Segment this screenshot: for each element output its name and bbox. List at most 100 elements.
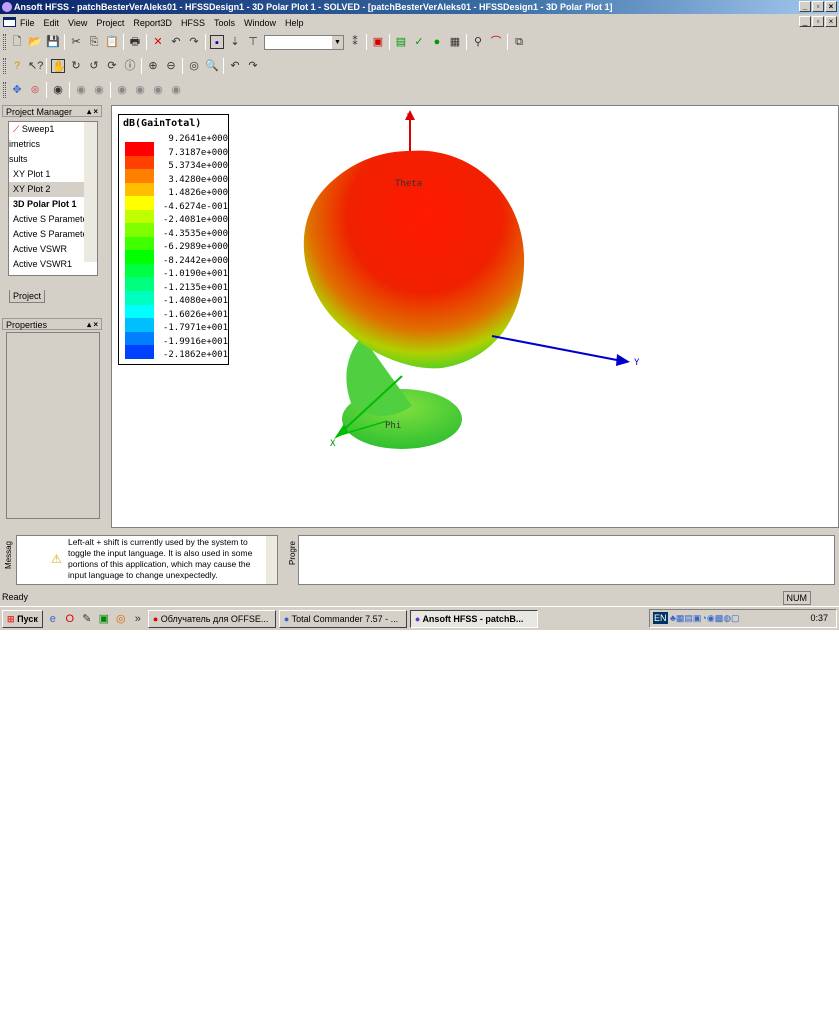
opera-icon[interactable]: O xyxy=(63,612,77,626)
view-1-icon[interactable]: ◉ xyxy=(115,83,129,97)
close-button[interactable]: × xyxy=(825,1,837,12)
theta-label: Theta xyxy=(395,179,422,189)
legend-value: -1.9916e+001 xyxy=(162,336,228,347)
save-icon[interactable]: 💾 xyxy=(46,35,60,49)
task-button[interactable]: ● Total Commander 7.57 - ... xyxy=(278,609,407,628)
zoom-in-icon[interactable]: ⊕ xyxy=(146,59,160,73)
chevron-down-icon[interactable]: ▼ xyxy=(332,35,343,49)
select-icon[interactable]: ▪ xyxy=(210,35,224,49)
model-icon[interactable]: ⁑ xyxy=(348,35,362,49)
vertical-scrollbar[interactable] xyxy=(84,122,97,262)
start-button[interactable]: ⊞ Пуск xyxy=(2,609,43,628)
show-icon[interactable]: ◉ xyxy=(51,83,65,97)
new-icon[interactable]: 🗋 xyxy=(10,35,24,49)
redo-icon[interactable]: ↷ xyxy=(187,35,201,49)
tray-icons[interactable]: ♣▦▤▣◔◉▩◍▢ xyxy=(670,610,740,627)
analyze-icon[interactable]: ✓ xyxy=(412,35,426,49)
paste-icon[interactable]: 📋 xyxy=(105,35,119,49)
color-legend[interactable]: dB(GainTotal) 9.2641e+000 7.3187e+000 5.37… xyxy=(118,114,229,365)
toolbar-grip[interactable] xyxy=(3,82,6,98)
chrome-icon[interactable]: ◎ xyxy=(114,612,128,626)
menu-view[interactable]: View xyxy=(68,18,87,28)
rotate-icon[interactable]: ↻ xyxy=(69,59,83,73)
fit-selection-icon[interactable]: 🔍 xyxy=(205,59,219,73)
message-text: Left-alt + shift is currently used by th… xyxy=(68,537,253,580)
menu-tools[interactable]: Tools xyxy=(214,18,235,28)
report-icon[interactable]: ⌒ xyxy=(489,35,503,49)
toolbar-grip[interactable] xyxy=(3,34,6,50)
warning-icon: ⚠ xyxy=(51,552,62,566)
mesh-icon[interactable]: ⊛ xyxy=(28,83,42,97)
menu-window[interactable]: Window xyxy=(244,18,276,28)
close-icon[interactable]: ▴ × xyxy=(87,106,98,118)
insert-icon[interactable]: ⇣ xyxy=(228,35,242,49)
toolbar-grip[interactable] xyxy=(3,58,6,74)
boundary-icon[interactable]: ▤ xyxy=(394,35,408,49)
hide-icon[interactable]: ◉ xyxy=(74,83,88,97)
rotate-center-icon[interactable]: ↺ xyxy=(87,59,101,73)
menu-file[interactable]: File xyxy=(20,18,35,28)
tab-project[interactable]: Project xyxy=(9,290,45,303)
undo-icon[interactable]: ↶ xyxy=(169,35,183,49)
draw-toolbar: ✥ ⊛ ◉ ◉ ◉ ◉ ◉ ◉ ◉ xyxy=(0,80,183,100)
legend-value: -4.6274e-001 xyxy=(162,201,228,212)
menu-help[interactable]: Help xyxy=(285,18,304,28)
print-icon[interactable]: 🖶 xyxy=(128,35,142,49)
orient-icon[interactable]: ⓘ xyxy=(123,59,137,73)
view-3-icon[interactable]: ◉ xyxy=(151,83,165,97)
app2-icon[interactable]: ▣ xyxy=(97,612,111,626)
cut-icon[interactable]: ✂ xyxy=(69,35,83,49)
ie-icon[interactable]: e xyxy=(46,612,60,626)
progress-panel-label: Progre xyxy=(288,541,297,566)
tree-icon[interactable]: ⊤ xyxy=(246,35,260,49)
window-title: Ansoft HFSS - patchBesterVerAleks01 - HF… xyxy=(14,2,613,12)
results-icon[interactable]: ▦ xyxy=(448,35,462,49)
legend-value: -4.3535e+000 xyxy=(162,228,228,239)
redo-view-icon[interactable]: ↷ xyxy=(246,59,260,73)
app-icon[interactable]: ✎ xyxy=(80,612,94,626)
maximize-button[interactable]: ▫ xyxy=(812,1,824,12)
zoom-out-icon[interactable]: ⊖ xyxy=(164,59,178,73)
menu-hfss[interactable]: HFSS xyxy=(181,18,205,28)
view-4-icon[interactable]: ◉ xyxy=(169,83,183,97)
mdi-minimize-button[interactable]: _ xyxy=(799,16,811,27)
document-icon[interactable] xyxy=(3,17,16,27)
menu-edit[interactable]: Edit xyxy=(44,18,60,28)
message-list[interactable]: ⚠ Left-alt + shift is currently used by … xyxy=(16,535,278,585)
mdi-close-button[interactable]: × xyxy=(825,16,837,27)
menu-report3d[interactable]: Report3D xyxy=(133,18,172,28)
more-icon[interactable]: » xyxy=(131,612,145,626)
delete-icon[interactable]: ✕ xyxy=(151,35,165,49)
copy-icon[interactable]: ⎘ xyxy=(87,35,101,49)
task-button-active[interactable]: ● Ansoft HFSS - patchB... xyxy=(409,609,538,628)
legend-band xyxy=(125,250,154,264)
legend-value: -2.1862e+001 xyxy=(162,350,228,360)
minimize-button[interactable]: _ xyxy=(799,1,811,12)
open-icon[interactable]: 📂 xyxy=(28,35,42,49)
vertical-scrollbar[interactable] xyxy=(266,536,277,584)
undo-view-icon[interactable]: ↶ xyxy=(228,59,242,73)
task-button[interactable]: ● Облучатель для OFFSE... xyxy=(147,609,276,628)
hide-all-icon[interactable]: ◉ xyxy=(92,83,106,97)
rotate-axis-icon[interactable]: ⟳ xyxy=(105,59,119,73)
window-icon[interactable]: ⧉ xyxy=(512,35,526,49)
field-icon[interactable]: ⚲ xyxy=(471,35,485,49)
legend-value: -1.4080e+001 xyxy=(162,296,228,306)
selection-combo[interactable]: ▼ xyxy=(264,34,344,50)
coordinate-icon[interactable]: ✥ xyxy=(10,83,24,97)
message-manager: Messag ⚠ Left-alt + shift is currently u… xyxy=(2,533,282,587)
3d-view[interactable]: Z Y X Theta Phi dB(GainTotal) 9.2641e+00… xyxy=(111,105,839,528)
validate-icon[interactable]: ▣ xyxy=(371,35,385,49)
language-indicator[interactable]: EN xyxy=(653,612,668,624)
close-icon[interactable]: ▴ × xyxy=(87,319,98,331)
mdi-restore-button[interactable]: ▫ xyxy=(812,16,824,27)
progress-list xyxy=(298,535,835,585)
opera-icon: ● xyxy=(152,613,159,624)
menu-project[interactable]: Project xyxy=(96,18,124,28)
setup-icon[interactable]: ● xyxy=(430,35,444,49)
fit-all-icon[interactable]: ◎ xyxy=(187,59,201,73)
context-help-icon[interactable]: ↖? xyxy=(28,59,43,73)
pan-icon[interactable]: ✋ xyxy=(51,59,66,73)
view-2-icon[interactable]: ◉ xyxy=(133,83,147,97)
help-icon[interactable]: ? xyxy=(10,59,24,73)
